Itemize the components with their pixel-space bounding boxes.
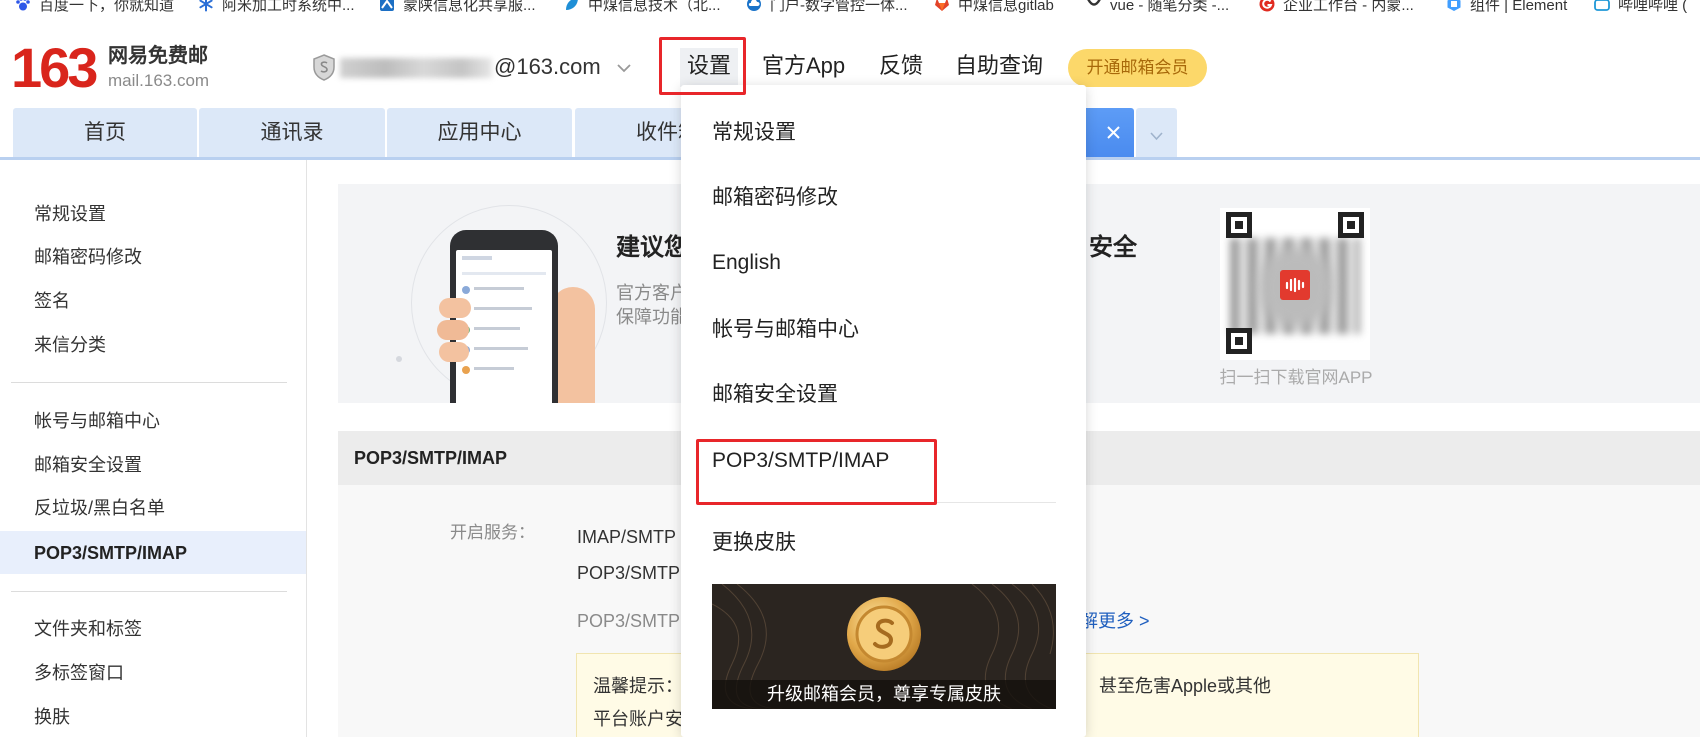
promo-headline-end: 安全	[1089, 234, 1137, 261]
bookmark-item[interactable]: 阿米加工时系统中...	[198, 0, 355, 15]
element-icon	[1446, 0, 1462, 12]
bookmark-label: 哔哩哔哩 (	[1618, 0, 1688, 14]
sidebar-item-multi-tab[interactable]: 多标签窗口	[34, 662, 124, 684]
mail-app-logo-icon	[1280, 270, 1310, 300]
logo-number: 163	[11, 36, 98, 99]
chevron-down-icon	[1149, 128, 1164, 141]
bookmark-label: 门户-数字管控一体...	[770, 0, 908, 14]
logo-domain: mail.163.com	[108, 71, 210, 90]
promo-line-2: 保障功能	[616, 307, 688, 327]
service-imap-smtp: IMAP/SMTP	[577, 527, 677, 547]
sidebar-divider	[11, 382, 287, 383]
decorative-dot	[396, 356, 402, 362]
tip-line-2: 平台账户安	[593, 709, 683, 729]
logo-name: 网易免费邮	[108, 45, 208, 67]
cnblogs-icon	[1086, 0, 1102, 12]
settings-dropdown-menu: 常规设置 邮箱密码修改 English 帐号与邮箱中心 邮箱安全设置 POP3/…	[681, 85, 1086, 737]
account-email-suffix: @163.com	[494, 54, 601, 79]
menu-item-general[interactable]: 常规设置	[712, 121, 796, 145]
blurred-username	[340, 58, 492, 78]
tab-app-center[interactable]: 应用中心	[387, 108, 572, 157]
sidebar-item-signature[interactable]: 签名	[34, 290, 70, 312]
gold-coin-icon	[847, 597, 921, 671]
annotation-box-pop3	[696, 439, 937, 505]
sidebar-divider	[11, 591, 287, 592]
leaf-icon	[564, 0, 580, 12]
menu-item-account-center[interactable]: 帐号与邮箱中心	[712, 318, 859, 342]
tab-home[interactable]: 首页	[13, 108, 197, 157]
service-label: 开启服务：	[450, 523, 535, 542]
sidebar-item-password[interactable]: 邮箱密码修改	[34, 246, 142, 268]
skin-upgrade-banner[interactable]: 升级邮箱会员，尊享专属皮肤	[712, 584, 1056, 709]
logo[interactable]: 163 网易免费邮 mail.163.com	[11, 40, 226, 96]
chevron-down-icon	[616, 61, 632, 73]
cloud-icon	[746, 0, 762, 12]
learn-more-link[interactable]: 解更多 >	[1080, 610, 1150, 632]
account-selector[interactable]: @163.com	[312, 50, 637, 84]
sidebar-item-pop3-smtp-imap[interactable]: POP3/SMTP/IMAP	[34, 542, 187, 564]
promo-line-1: 官方客户	[616, 283, 688, 303]
menu-item-security[interactable]: 邮箱安全设置	[712, 383, 838, 407]
menu-item-english[interactable]: English	[712, 251, 781, 275]
promo-headline-start: 建议您	[616, 234, 688, 261]
bookmark-item[interactable]: 门户-数字管控一体...	[746, 0, 908, 15]
baidu-paw-icon	[15, 0, 31, 12]
bookmark-label: vue - 随笔分类 -...	[1110, 0, 1230, 14]
blue-square-icon	[379, 0, 395, 12]
tip-line-1-tail: 甚至危害Apple或其他	[1099, 676, 1272, 696]
bookmark-label: 百度一下，你就知道	[39, 0, 175, 14]
bookmark-item[interactable]: vue - 随笔分类 -...	[1086, 0, 1229, 15]
bookmark-item[interactable]: 中煤信息gitlab	[934, 0, 1054, 15]
sidebar-item-mail-rules[interactable]: 来信分类	[34, 334, 106, 356]
sidebar-item-security[interactable]: 邮箱安全设置	[34, 454, 142, 476]
sidebar-item-general[interactable]: 常规设置	[34, 203, 106, 225]
bookmark-item[interactable]: 企业工作台 - 内蒙...	[1259, 0, 1414, 15]
bookmark-label: 中煤信息技术（北...	[588, 0, 721, 14]
bookmark-label: 阿米加工时系统中...	[222, 0, 355, 14]
tab-overflow-button[interactable]	[1136, 108, 1177, 157]
section-title: POP3/SMTP/IMAP	[354, 448, 508, 468]
sidebar-item-account-center[interactable]: 帐号与邮箱中心	[34, 410, 160, 432]
service-pop3-smtp: POP3/SMTP	[577, 563, 681, 583]
vip-button[interactable]: 开通邮箱会员	[1068, 49, 1207, 87]
sidebar-item-antispam[interactable]: 反垃圾/黑白名单	[34, 497, 165, 519]
bookmark-item[interactable]: 中煤信息技术（北...	[564, 0, 721, 15]
snowflake-icon	[198, 0, 214, 12]
menu-item-change-skin[interactable]: 更换皮肤	[712, 531, 796, 555]
bookmark-item[interactable]: 组件 | Element	[1446, 0, 1567, 15]
skin-banner-caption: 升级邮箱会员，尊享专属皮肤	[712, 680, 1056, 709]
bookmark-label: 组件 | Element	[1470, 0, 1568, 14]
bookmarks-bar: 百度一下，你就知道 阿米加工时系统中... 蒙陕信息化共享服... 中煤信息技术…	[0, 0, 1700, 20]
annotation-box-settings	[659, 37, 746, 95]
menu-item-password[interactable]: 邮箱密码修改	[712, 186, 838, 210]
shield-icon	[312, 54, 336, 81]
bilibili-icon	[1594, 0, 1610, 12]
gitlab-icon	[934, 0, 950, 12]
qr-caption: 扫一扫下载官网APP	[1219, 368, 1373, 387]
bookmark-label: 企业工作台 - 内蒙...	[1283, 0, 1414, 14]
phone-screen	[456, 250, 552, 403]
sidebar-item-skin[interactable]: 换肤	[34, 706, 70, 728]
red-g-icon	[1259, 0, 1275, 12]
close-icon[interactable]	[1106, 125, 1121, 140]
bookmark-item[interactable]: 哔哩哔哩 (	[1594, 0, 1687, 15]
bookmark-item[interactable]: 百度一下，你就知道	[15, 0, 174, 15]
qr-code[interactable]	[1220, 208, 1370, 360]
service-note: POP3/SMTP	[577, 611, 681, 631]
tip-label: 温馨提示：	[593, 676, 683, 696]
bookmark-item[interactable]: 蒙陕信息化共享服...	[379, 0, 536, 15]
bookmark-label: 蒙陕信息化共享服...	[403, 0, 536, 14]
sidebar-item-folders-tags[interactable]: 文件夹和标签	[34, 618, 142, 640]
bookmark-label: 中煤信息gitlab	[958, 0, 1054, 14]
tab-contacts[interactable]: 通讯录	[199, 108, 385, 157]
nav-official-app[interactable]: 官方App	[762, 53, 845, 79]
nav-self-service[interactable]: 自助查询	[955, 53, 1043, 79]
nav-feedback[interactable]: 反馈	[879, 53, 923, 79]
